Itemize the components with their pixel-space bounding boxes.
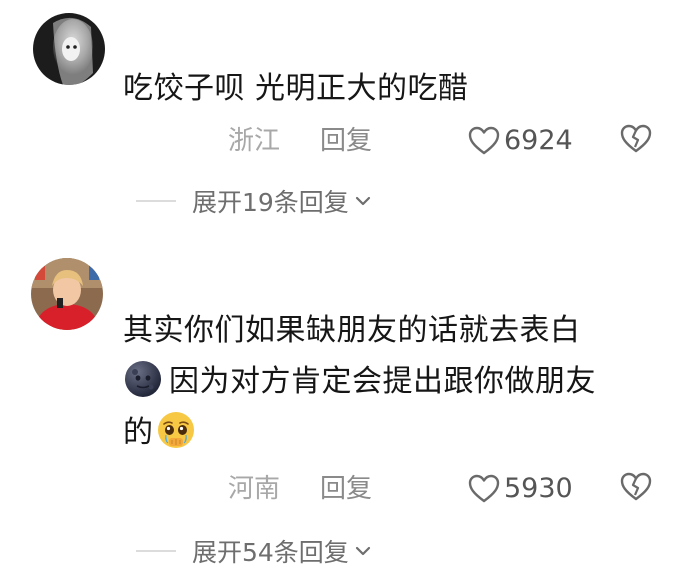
comment-text: 吃饺子呗 光明正大的吃醋 <box>123 63 663 114</box>
comment-item: 其实你们如果缺朋友的话就去表白 因为对方肯定会提出跟你做朋友 的 河南 回复 5… <box>0 240 690 579</box>
comment-meta: 河南 回复 5930 <box>228 469 658 509</box>
chevron-down-icon <box>355 546 370 556</box>
dislike-button[interactable] <box>620 472 652 514</box>
broken-heart-icon <box>620 472 652 501</box>
expand-replies-label: 展开54条回复 <box>192 538 349 567</box>
divider-dash <box>136 200 176 202</box>
location-label: 河南 <box>228 474 281 504</box>
expand-replies-label: 展开19条回复 <box>192 188 349 217</box>
pleading-face-emoji <box>156 410 196 450</box>
avatar[interactable] <box>33 13 105 85</box>
avatar[interactable] <box>31 258 103 330</box>
location-label: 浙江 <box>228 126 281 156</box>
comment-text-line: 因为对方肯定会提出跟你做朋友 <box>123 356 663 407</box>
like-count: 6924 <box>504 125 573 156</box>
comment-text-line-2: 因为对方肯定会提出跟你做朋友 <box>169 364 596 399</box>
like-button[interactable]: 6924 <box>468 121 573 161</box>
comment-text-line: 吃饺子呗 光明正大的吃醋 <box>123 71 469 106</box>
heart-icon <box>468 126 500 155</box>
comment-text: 其实你们如果缺朋友的话就去表白 因为对方肯定会提出跟你做朋友 的 <box>123 305 663 458</box>
like-button[interactable]: 5930 <box>468 469 573 509</box>
like-count: 5930 <box>504 473 573 504</box>
divider-dash <box>136 550 176 552</box>
chevron-down-icon <box>355 196 370 206</box>
broken-heart-icon <box>620 124 652 153</box>
comment-meta: 浙江 回复 6924 <box>228 121 658 161</box>
comment-item: 吃饺子呗 光明正大的吃醋 浙江 回复 6924 展开19条回复 <box>0 0 690 220</box>
comment-text-line-3: 的 <box>123 415 154 450</box>
comment-text-line: 其实你们如果缺朋友的话就去表白 <box>123 313 581 348</box>
expand-replies-button[interactable]: 展开19条回复 <box>136 181 371 221</box>
expand-replies-button[interactable]: 展开54条回复 <box>136 531 371 571</box>
heart-icon <box>468 474 500 503</box>
new-moon-face-emoji <box>123 359 163 399</box>
reply-button[interactable]: 回复 <box>320 469 372 509</box>
dislike-button[interactable] <box>620 124 652 166</box>
reply-button[interactable]: 回复 <box>320 121 372 161</box>
comment-text-line: 的 <box>123 407 663 458</box>
